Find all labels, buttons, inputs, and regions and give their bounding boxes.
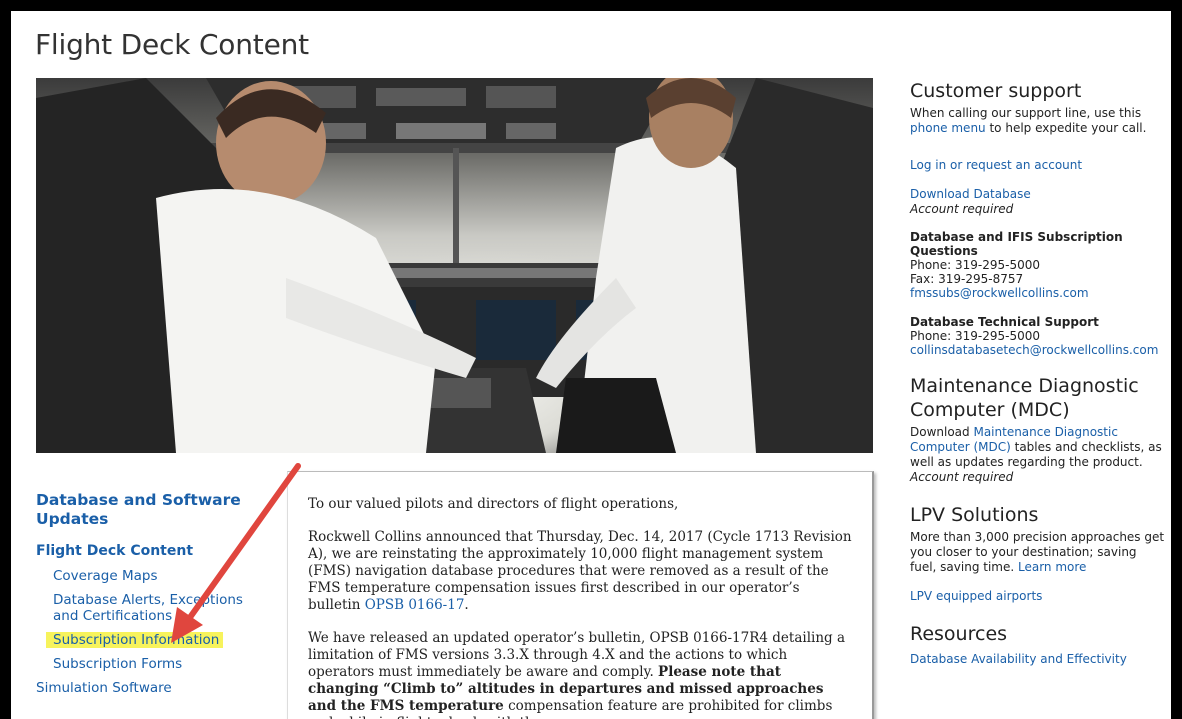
main-content: To our valued pilots and directors of fl… [287,471,874,719]
subscription-phone: Phone: 319-295-5000 [910,258,1041,272]
nav-item-coverage-maps[interactable]: Coverage Maps [36,568,266,584]
subscription-fax: Fax: 319-295-8757 [910,272,1024,286]
lpv-airports-link[interactable]: LPV equipped airports [910,589,1165,604]
phone-menu-link[interactable]: phone menu [910,121,986,135]
right-sidebar: Customer support When calling our suppor… [910,79,1165,681]
customer-support-text: When calling our support line, use this … [910,106,1165,136]
customer-support-text-after: to help expedite your call. [985,121,1147,135]
nav-item-subscription-forms[interactable]: Subscription Forms [36,656,266,672]
customer-support-title: Customer support [910,80,1082,102]
mdc-title: Maintenance Diagnostic Computer (MDC) [910,375,1139,421]
nav-item-database-alerts[interactable]: Database Alerts, Exceptions and Certific… [36,592,266,624]
tech-support: Database Technical Support Phone: 319-29… [910,315,1165,358]
left-nav: Database and Software Updates Flight Dec… [36,491,266,696]
subscription-questions-title: Database and IFIS Subscription Questions [910,230,1123,258]
login-block: Log in or request an account [910,158,1165,173]
mdc-text: Download Maintenance Diagnostic Computer… [910,425,1165,485]
cockpit-illustration [36,78,873,453]
download-database-link[interactable]: Download Database [910,187,1165,202]
database-availability-link[interactable]: Database Availability and Effectivity [910,652,1165,667]
hero-cockpit-image [36,78,873,453]
page-title: Flight Deck Content [35,28,309,61]
greeting: To our valued pilots and directors of fl… [308,496,679,512]
paragraph-bulletin: We have released an updated operator’s b… [308,630,854,719]
download-block: Download Database Account required [910,187,1165,216]
mdc-note: Account required [910,470,1014,484]
nav-section-flight-deck-content[interactable]: Flight Deck Content [36,543,266,559]
lpv-block: LPV Solutions More than 3,000 precision … [910,503,1165,604]
lpv-title: LPV Solutions [910,504,1039,526]
resources-title: Resources [910,623,1008,645]
customer-support: Customer support When calling our suppor… [910,79,1165,136]
login-link[interactable]: Log in or request an account [910,158,1165,173]
paragraph-announcement: Rockwell Collins announced that Thursday… [308,529,854,614]
lpv-text: More than 3,000 precision approaches get… [910,530,1165,575]
mdc-text-before: Download [910,425,974,439]
page: Flight Deck Content Database and Softwar… [11,11,1171,719]
resources-block: Resources Database Availability and Effe… [910,622,1165,667]
fmssubs-email-link[interactable]: fmssubs@rockwellcollins.com [910,286,1165,301]
learn-more-link[interactable]: Learn more [1018,560,1086,574]
customer-support-text-before: When calling our support line, use this [910,106,1142,120]
tech-support-email-link[interactable]: collinsdatabasetech@rockwellcollins.com [910,343,1165,358]
nav-item-subscription-information[interactable]: Subscription Information [46,632,223,648]
download-note: Account required [910,202,1014,216]
announcement-end: . [464,597,469,613]
opsb-link[interactable]: OPSB 0166-17 [365,597,465,613]
tech-support-phone: Phone: 319-295-5000 [910,329,1041,343]
subscription-questions: Database and IFIS Subscription Questions… [910,230,1165,301]
nav-item-simulation-software[interactable]: Simulation Software [36,680,266,696]
nav-heading[interactable]: Database and Software Updates [36,491,266,529]
mdc-block: Maintenance Diagnostic Computer (MDC) Do… [910,374,1165,485]
tech-support-title: Database Technical Support [910,315,1099,329]
